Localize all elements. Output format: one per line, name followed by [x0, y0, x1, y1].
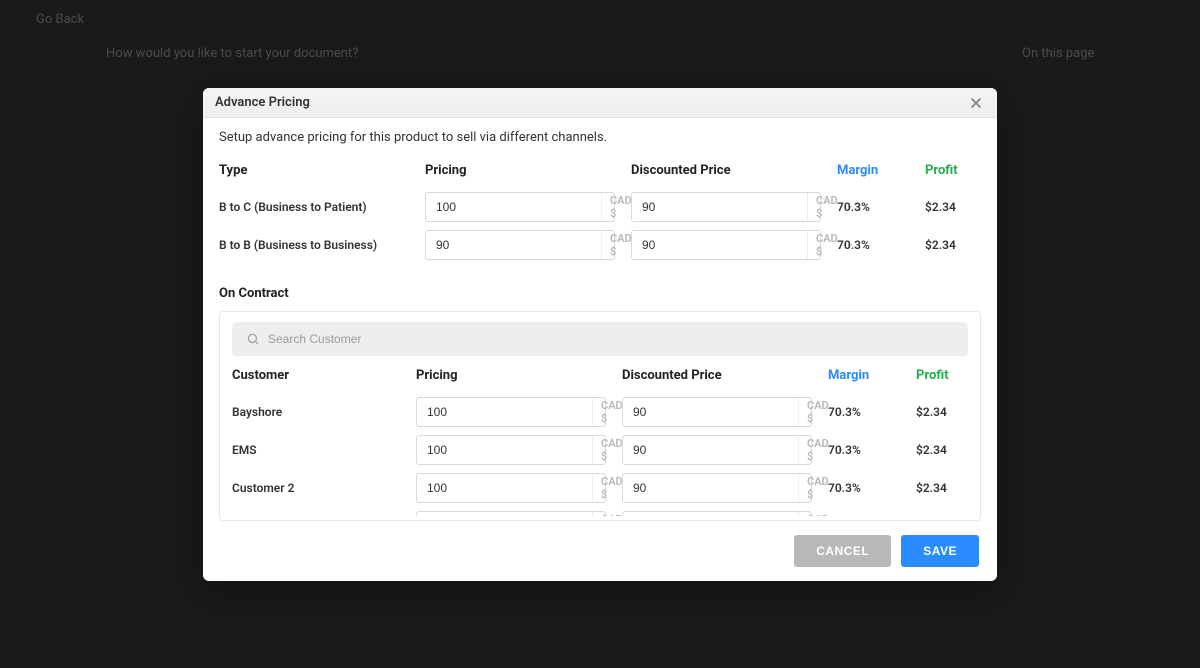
customer-3-discount-currency-select[interactable]: CAD $	[798, 512, 853, 516]
customer-0-discount-input[interactable]	[623, 405, 798, 419]
customer-1-discount-field: CAD $	[622, 435, 812, 465]
channel-margin: 70.3%	[837, 200, 909, 214]
channel-margin: 70.3%	[837, 238, 909, 252]
currency-label: CAD $	[807, 513, 831, 516]
channel-0-price-field: CAD $	[425, 192, 615, 222]
cancel-button[interactable]: CANCEL	[794, 535, 891, 567]
customer-1-discount-input[interactable]	[623, 443, 798, 457]
col-discounted-2: Discounted Price	[622, 368, 812, 389]
customer-name: EMS	[232, 443, 400, 457]
customer-margin: 70.3%	[828, 443, 900, 457]
customer-name: Customer 2	[232, 481, 400, 495]
channel-0-discount-input[interactable]	[632, 200, 807, 214]
col-pricing-2: Pricing	[416, 368, 606, 389]
col-customer: Customer	[232, 368, 400, 389]
channel-type: B to C (Business to Patient)	[219, 200, 409, 214]
channel-1-discount-field: CAD $	[631, 230, 821, 260]
on-this-page-label: On this page	[1022, 46, 1094, 61]
go-back-link[interactable]: Go Back	[36, 12, 84, 27]
search-icon	[246, 332, 260, 346]
customer-name: Bayshore	[232, 405, 400, 419]
channel-profit: $2.34	[925, 238, 997, 252]
channel-0-discount-field: CAD $	[631, 192, 821, 222]
customer-rows-scroll[interactable]: Bayshore CAD $ CAD $ 70.3% $2.34 EMS CAD…	[232, 397, 968, 516]
channel-pricing-grid: Type Pricing Discounted Price Margin Pro…	[219, 163, 981, 268]
modal-title: Advance Pricing	[215, 95, 310, 110]
customer-2-discount-field: CAD $	[622, 473, 812, 503]
col-type: Type	[219, 163, 409, 184]
customer-1-price-field: CAD $	[416, 435, 606, 465]
col-profit: Profit	[925, 163, 997, 184]
customer-2-price-field: CAD $	[416, 473, 606, 503]
advance-pricing-modal: Advance Pricing Setup advance pricing fo…	[203, 88, 997, 581]
customer-3-price-field: CAD $	[416, 511, 606, 516]
col-margin-2: Margin	[828, 368, 900, 389]
col-pricing: Pricing	[425, 163, 615, 184]
col-profit-2: Profit	[916, 368, 988, 389]
customer-pricing-grid-header: Customer Pricing Discounted Price Margin…	[232, 368, 968, 397]
channel-type: B to B (Business to Business)	[219, 238, 409, 252]
channel-0-price-input[interactable]	[426, 200, 601, 214]
customer-margin: 70.3%	[828, 405, 900, 419]
modal-body: Setup advance pricing for this product t…	[203, 118, 997, 521]
close-icon[interactable]	[967, 94, 985, 112]
customer-profit: $2.34	[916, 405, 968, 419]
channel-1-discount-input[interactable]	[632, 238, 807, 252]
col-discounted: Discounted Price	[631, 163, 821, 184]
on-contract-label: On Contract	[219, 286, 981, 301]
customer-0-discount-field: CAD $	[622, 397, 812, 427]
save-button[interactable]: SAVE	[901, 535, 979, 567]
customer-1-price-input[interactable]	[417, 443, 592, 457]
customer-search[interactable]	[232, 322, 968, 356]
customer-profit: $2.34	[916, 481, 968, 495]
doc-start-question: How would you like to start your documen…	[106, 46, 358, 61]
customer-profit: $2.34	[916, 443, 968, 457]
customer-margin: 70.3%	[828, 481, 900, 495]
modal-footer: CANCEL SAVE	[203, 521, 997, 581]
customer-3-discount-field: CAD $	[622, 511, 812, 516]
modal-subtitle: Setup advance pricing for this product t…	[219, 130, 981, 145]
customer-pricing-grid: Bayshore CAD $ CAD $ 70.3% $2.34 EMS CAD…	[232, 397, 968, 516]
customer-2-discount-input[interactable]	[623, 481, 798, 495]
customer-0-price-field: CAD $	[416, 397, 606, 427]
channel-1-price-input[interactable]	[426, 238, 601, 252]
customer-2-price-input[interactable]	[417, 481, 592, 495]
customer-0-price-input[interactable]	[417, 405, 592, 419]
contract-panel: Customer Pricing Discounted Price Margin…	[219, 311, 981, 521]
customer-search-input[interactable]	[268, 332, 954, 346]
col-margin: Margin	[837, 163, 909, 184]
channel-1-price-field: CAD $	[425, 230, 615, 260]
channel-profit: $2.34	[925, 200, 997, 214]
modal-titlebar: Advance Pricing	[203, 88, 997, 118]
